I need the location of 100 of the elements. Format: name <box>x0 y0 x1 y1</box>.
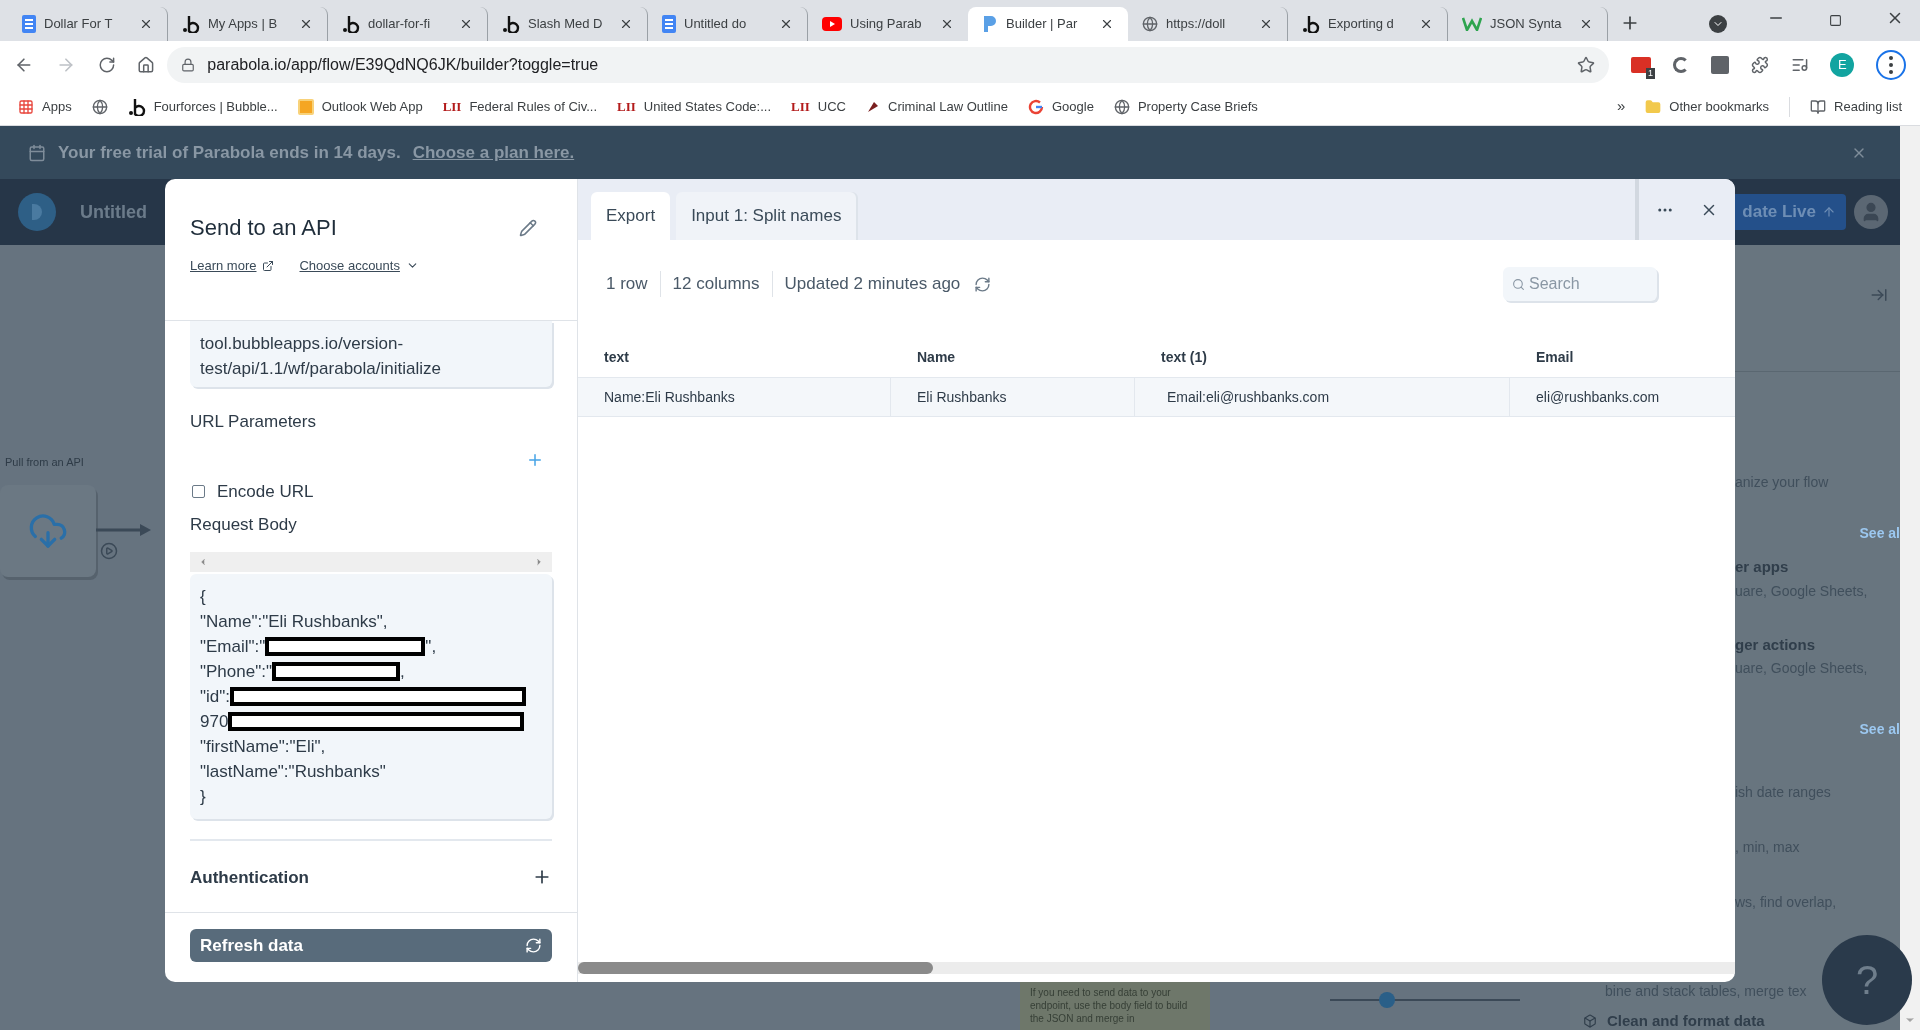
code-line: "lastName":"Rushbanks" <box>200 760 386 783</box>
play-logo-icon <box>822 17 842 31</box>
b-logo-icon <box>1302 15 1320 33</box>
code-line: , <box>400 660 405 683</box>
browser-tab[interactable]: Builder | Par <box>968 7 1128 41</box>
document-icon <box>662 15 676 33</box>
bookmark-link[interactable]: UCC <box>817 96 846 117</box>
code-line: "Email":" <box>200 635 266 658</box>
other-bookmarks-link[interactable]: Other bookmarks <box>1669 96 1770 117</box>
outlook-icon <box>297 98 314 115</box>
folder-icon <box>1645 98 1662 115</box>
close-icon[interactable] <box>1259 17 1273 31</box>
connector-arrow <box>96 523 152 537</box>
refresh-icon[interactable] <box>974 275 992 293</box>
encode-url-checkbox[interactable] <box>192 484 205 498</box>
menu-icon[interactable] <box>1876 49 1906 80</box>
close-icon[interactable] <box>1419 17 1433 31</box>
bookmark-link[interactable]: Federal Rules of Civ... <box>469 96 598 117</box>
reading-list-link[interactable]: Reading list <box>1834 96 1902 117</box>
search-field[interactable]: Search <box>1503 267 1657 301</box>
page-scrollbar[interactable] <box>1900 126 1920 1030</box>
url-field[interactable]: tool.bubbleapps.io/version- test/api/1.1/wf/parabola/initialize <box>190 321 552 387</box>
code-line: "Phone":" <box>200 660 272 683</box>
close-icon[interactable] <box>299 17 313 31</box>
tab-title: dollar-for-fi <box>368 15 432 34</box>
cube-icon <box>1583 1014 1597 1029</box>
flow-title: Untitled <box>80 200 147 224</box>
request-body-field[interactable]: { "Name":"Eli Rushbanks", "Email":" ", "Phone":" , "id": 970 "firstName":"Eli", "lastName":"Rushbanks" } <box>190 573 552 819</box>
scroll-right-icon[interactable] <box>534 556 544 567</box>
column-header[interactable]: text (1) <box>1135 346 1510 368</box>
lii-logo: LII <box>791 97 810 116</box>
horizontal-scrollbar[interactable] <box>578 962 1735 974</box>
url-text: parabola.io/app/flow/E39QdNQ6JK/builder?toggle=true <box>207 54 600 75</box>
bookmark-link[interactable]: Outlook Web App <box>321 96 423 117</box>
bookmark-star-icon[interactable] <box>1577 55 1596 74</box>
extension-square-icon[interactable] <box>1710 55 1729 74</box>
scroll-left-icon[interactable] <box>198 556 208 567</box>
reading-list-icon <box>1810 98 1827 115</box>
table-cell: Name:Eli Rushbanks <box>578 378 891 416</box>
close-icon[interactable] <box>1100 17 1114 31</box>
section-label: URL Parameters <box>190 411 317 433</box>
maximize-icon[interactable] <box>1829 14 1842 27</box>
w-logo-icon <box>1462 17 1482 31</box>
code-line: "Name":"Eli Rushbanks", <box>200 610 388 633</box>
crescent-icon[interactable] <box>1673 56 1689 73</box>
cloud-download-icon <box>28 511 68 551</box>
table-stat: 12 columns <box>659 271 772 297</box>
slider-thumb[interactable] <box>1379 992 1395 1008</box>
more-bookmarks-button[interactable]: » <box>1617 95 1626 118</box>
column-header[interactable]: Email <box>1510 346 1735 368</box>
table-cell: Eli Rushbanks <box>891 378 1135 416</box>
tab-search-icon[interactable] <box>1709 15 1727 33</box>
tab-title: Dollar For T <box>44 15 114 34</box>
flow-node[interactable] <box>0 485 96 577</box>
bookmark-link[interactable]: Criminal Law Outline <box>888 96 1008 117</box>
search-icon <box>1512 278 1525 291</box>
close-icon[interactable] <box>459 17 473 31</box>
b-logo-icon <box>127 97 146 116</box>
tab-title: Builder | Par <box>1006 15 1079 34</box>
bookmark-link[interactable]: Fourforces | Bubble... <box>153 96 278 117</box>
bookmark-link[interactable]: United States Code:... <box>643 96 772 117</box>
refresh-data-button[interactable]: Refresh data <box>190 929 552 962</box>
bookmark-link[interactable]: Property Case Briefs <box>1137 96 1258 117</box>
b-logo-icon <box>502 15 520 33</box>
home-icon[interactable] <box>137 55 156 74</box>
learn-more-link[interactable]: Learn more <box>190 256 275 276</box>
scrollbar-thumb[interactable] <box>578 962 933 974</box>
bookmark-link[interactable]: Apps <box>42 96 72 117</box>
column-header[interactable]: text <box>578 346 891 368</box>
close-icon[interactable] <box>1579 17 1593 31</box>
reload-icon[interactable] <box>97 55 116 74</box>
b-logo-icon <box>342 15 360 33</box>
table-stat: 1 row <box>606 273 649 296</box>
code-line: } <box>200 785 206 808</box>
globe-icon[interactable] <box>91 98 108 115</box>
refresh-icon <box>525 937 542 954</box>
edit-icon[interactable] <box>519 218 537 237</box>
extensions-icon[interactable] <box>1750 55 1769 74</box>
code-line: 970 <box>200 710 229 733</box>
close-icon[interactable] <box>940 17 954 31</box>
close-icon[interactable] <box>619 17 633 31</box>
choose-accounts-link[interactable]: Choose accounts <box>299 256 419 276</box>
table-cell: Email:eli@rushbanks.com <box>1135 378 1510 416</box>
tab-title: Exporting d <box>1328 15 1395 34</box>
zoom-slider[interactable] <box>1330 992 1520 1008</box>
dialog-title: Send to an API <box>190 214 337 242</box>
close-icon[interactable] <box>139 17 153 31</box>
table-cell-text: eli@rushbanks.com <box>1535 387 1661 407</box>
arrow-up-icon <box>1822 205 1836 219</box>
preview-tab[interactable]: Export <box>591 192 671 240</box>
bookmark-link[interactable]: Google <box>1051 96 1094 117</box>
preview-tab[interactable]: Input 1: Split names <box>676 192 857 240</box>
address-bar[interactable]: parabola.io/app/flow/E39QdNQ6JK/builder?toggle=true <box>167 46 1610 83</box>
browser-tab[interactable]: Using Parab <box>808 7 968 41</box>
calendar-icon <box>28 143 46 162</box>
apps-grid-icon <box>18 98 34 115</box>
column-header[interactable]: Name <box>891 346 1135 368</box>
horizontal-scrollbar[interactable] <box>190 551 552 572</box>
close-icon[interactable] <box>779 17 793 31</box>
code-line: "id": <box>200 685 231 708</box>
